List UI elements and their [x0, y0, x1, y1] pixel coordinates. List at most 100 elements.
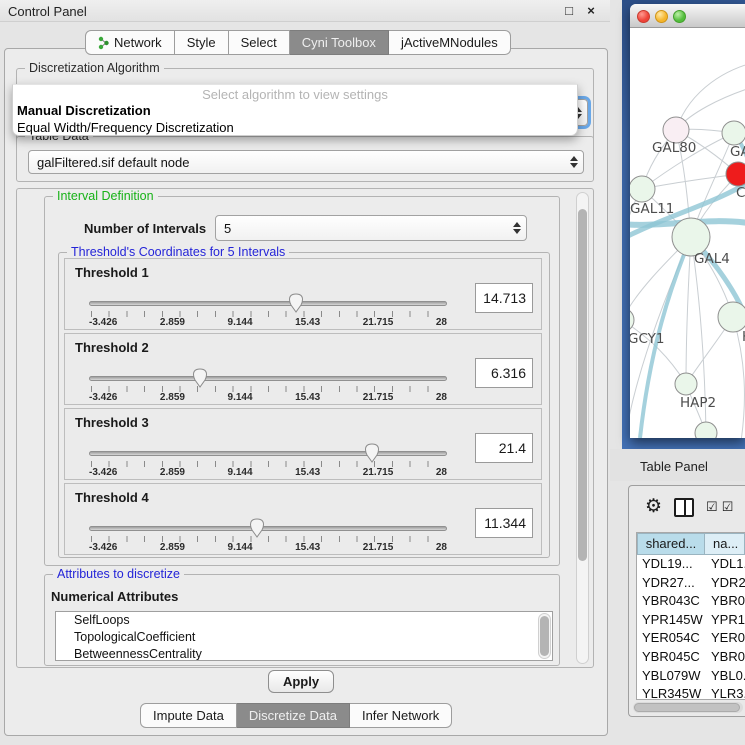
table-cell-name[interactable]: YER0... [705, 629, 745, 648]
numerical-attributes-list[interactable]: SelfLoopsTopologicalCoefficientBetweenne… [55, 611, 553, 661]
tab-select[interactable]: Select [229, 30, 290, 55]
tab-style[interactable]: Style [175, 30, 229, 55]
table-row[interactable]: YBR045CYBR0... [637, 648, 745, 667]
tab-infer-network[interactable]: Infer Network [350, 703, 452, 728]
column-header-name[interactable]: na... [705, 533, 745, 555]
table-cell-shared-name[interactable]: YDR27... [637, 574, 705, 593]
tab-impute-data[interactable]: Impute Data [140, 703, 237, 728]
network-node-h[interactable] [718, 302, 745, 332]
network-edge[interactable] [686, 237, 691, 384]
tab-network[interactable]: Network [85, 30, 175, 55]
attributes-group: Attributes to discretize Numerical Attri… [44, 574, 560, 666]
threshold-slider-3[interactable]: -3.4262.8599.14415.4321.71528 [89, 445, 447, 479]
slider-thumb[interactable] [249, 518, 265, 538]
table-row[interactable]: YDL19...YDL1... [637, 555, 745, 574]
threshold-value-input[interactable]: 14.713 [475, 283, 533, 313]
table-data-selected-value: galFiltered.sif default node [29, 155, 565, 170]
slider-track[interactable] [89, 526, 447, 531]
threshold-value-input[interactable]: 21.4 [475, 433, 533, 463]
tick-label: -3.426 [89, 392, 117, 403]
table-data-combobox[interactable]: galFiltered.sif default node [28, 150, 584, 174]
close-icon[interactable]: × [582, 2, 600, 20]
threshold-value-input[interactable]: 6.316 [475, 358, 533, 388]
table-cell-shared-name[interactable]: YLR345W [637, 685, 705, 700]
tab-label: Select [241, 35, 277, 50]
table-cell-shared-name[interactable]: YBR043C [637, 592, 705, 611]
threshold-value-input[interactable]: 11.344 [475, 508, 533, 538]
control-panel-title: Control Panel [8, 4, 87, 19]
table-cell-name[interactable]: YPR1... [705, 611, 745, 630]
apply-button[interactable]: Apply [268, 670, 334, 693]
network-node-hap2[interactable] [675, 373, 697, 395]
network-node[interactable] [695, 422, 717, 438]
tab-label: Style [187, 35, 216, 50]
algorithm-popup-placeholder: Select algorithm to view settings [13, 85, 577, 102]
scrollbar-thumb[interactable] [578, 209, 587, 561]
table-cell-shared-name[interactable]: YPR145W [637, 611, 705, 630]
attribute-list-item[interactable]: SelfLoops [56, 612, 552, 629]
table-cell-shared-name[interactable]: YBR045C [637, 648, 705, 667]
threshold-slider-4[interactable]: -3.4262.8599.14415.4321.71528 [89, 520, 447, 554]
network-node-gal11[interactable] [630, 176, 655, 202]
slider-track[interactable] [89, 376, 447, 381]
scrollbar-thumb[interactable] [634, 703, 740, 712]
tab-discretize-data[interactable]: Discretize Data [237, 703, 350, 728]
number-of-intervals-combobox[interactable]: 5 [215, 215, 527, 241]
float-window-icon[interactable]: □ [560, 2, 578, 20]
table-cell-name[interactable]: YDR2... [705, 574, 745, 593]
slider-track[interactable] [89, 451, 447, 456]
minimize-traffic-light-icon[interactable] [655, 10, 668, 23]
table-panel-titlebar: Table Panel [610, 449, 745, 481]
table-cell-name[interactable]: YDL1... [705, 555, 745, 574]
attribute-list-item[interactable]: TopologicalCoefficient [56, 629, 552, 646]
table-cell-shared-name[interactable]: YDL19... [637, 555, 705, 574]
table-row[interactable]: YPR145WYPR1... [637, 611, 745, 630]
table-row[interactable]: YBR043CYBR0... [637, 592, 745, 611]
network-node-c[interactable] [726, 162, 745, 186]
table-cell-name[interactable]: YBR0... [705, 648, 745, 667]
tab-cyni-toolbox[interactable]: Cyni Toolbox [290, 30, 389, 55]
table-cell-shared-name[interactable]: YBL079W [637, 667, 705, 686]
network-window-titlebar[interactable] [630, 4, 745, 28]
table-panel-window: ⚙ ☑ ☑ shared... na... YDL19...YDL1...YDR… [628, 485, 745, 717]
table-row[interactable]: YER054CYER0... [637, 629, 745, 648]
table-cell-name[interactable]: YBR0... [705, 592, 745, 611]
table-cell-shared-name[interactable]: YER054C [637, 629, 705, 648]
network-node-ga[interactable] [722, 121, 745, 145]
slider-thumb[interactable] [192, 368, 208, 388]
checkbox-icon[interactable]: ☑ [722, 499, 734, 515]
split-columns-icon[interactable] [674, 498, 694, 517]
tick-label: 2.859 [160, 542, 185, 553]
threshold-slider-2[interactable]: -3.4262.8599.14415.4321.71528 [89, 370, 447, 404]
menu-item-manual-discretization[interactable]: Manual Discretization [13, 102, 577, 119]
column-header-shared-name[interactable]: shared... [637, 533, 705, 555]
checkbox-icon[interactable]: ☑ [706, 499, 718, 515]
menu-item-equal-width-frequency-discretization[interactable]: Equal Width/Frequency Discretization [13, 119, 577, 136]
close-traffic-light-icon[interactable] [637, 10, 650, 23]
table-cell-name[interactable]: YBL0... [705, 667, 745, 686]
table-row[interactable]: YDR27...YDR2... [637, 574, 745, 593]
attributes-list-scrollbar[interactable] [538, 613, 551, 659]
table-row[interactable]: YBL079WYBL0... [637, 667, 745, 686]
network-edge[interactable] [642, 174, 738, 189]
gear-icon[interactable]: ⚙ [645, 497, 662, 517]
table-row[interactable]: YLR345WYLR3... [637, 685, 745, 700]
slider-track[interactable] [89, 301, 447, 306]
tab-label: Discretize Data [249, 708, 337, 723]
scrollbar-thumb[interactable] [540, 616, 549, 656]
table-horizontal-scrollbar[interactable] [633, 702, 743, 713]
slider-thumb[interactable] [364, 443, 380, 463]
table-cell-name[interactable]: YLR3... [705, 685, 745, 700]
slider-thumb[interactable] [288, 293, 304, 313]
threshold-panel-3: Threshold 3-3.4262.8599.14415.4321.71528… [64, 408, 542, 480]
attribute-list-item[interactable]: BetweennessCentrality [56, 646, 552, 661]
tab-jactivemnodules[interactable]: jActiveMNodules [389, 30, 511, 55]
thresholds-group-title: Threshold's Coordinates for 5 Intervals [67, 245, 289, 259]
zoom-traffic-light-icon[interactable] [673, 10, 686, 23]
threshold-slider-1[interactable]: -3.4262.8599.14415.4321.71528 [89, 295, 447, 329]
settings-vertical-scrollbar[interactable] [576, 192, 589, 664]
tick-label: 28 [436, 467, 447, 478]
tab-label: Infer Network [362, 708, 439, 723]
network-canvas[interactable]: GAL80GACGAL11GAL4GCY1HHAP2 [630, 28, 745, 438]
tick-label: -3.426 [89, 467, 117, 478]
